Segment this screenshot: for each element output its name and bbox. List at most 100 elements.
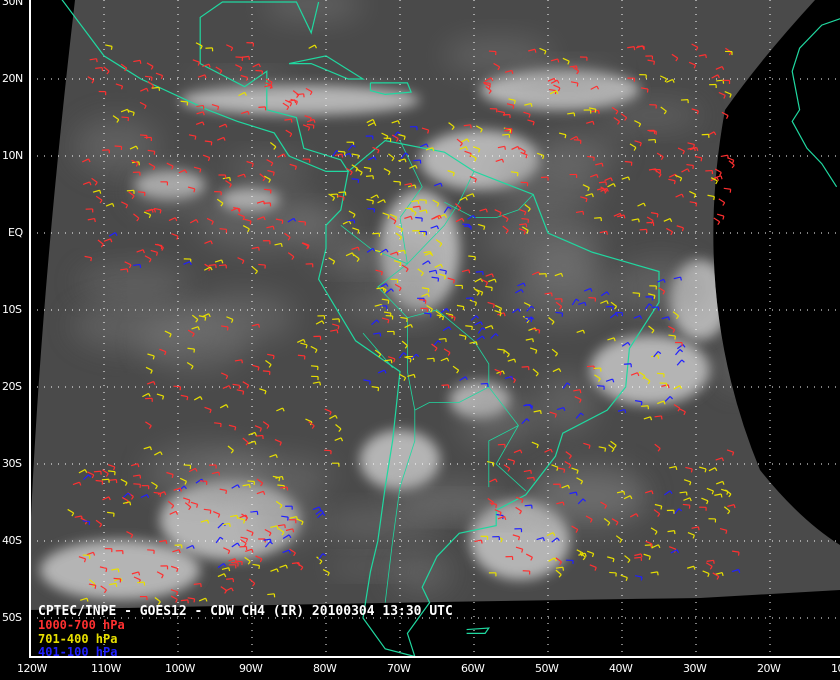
barb-shaft bbox=[310, 365, 319, 368]
barb-flag bbox=[139, 474, 142, 479]
legend-low-level: 1000-700 hPa bbox=[38, 618, 125, 632]
barb-shaft bbox=[137, 581, 145, 584]
barb-flag bbox=[624, 409, 627, 414]
barb-flag bbox=[387, 319, 390, 324]
barb-flag bbox=[717, 221, 721, 226]
lon-label: 70W bbox=[387, 662, 411, 675]
barb-flag bbox=[491, 287, 493, 292]
cloud-haze bbox=[604, 101, 703, 130]
barb-shaft bbox=[93, 470, 101, 473]
cloud-haze bbox=[340, 242, 382, 275]
cloud-haze bbox=[527, 240, 601, 291]
barb-shaft bbox=[426, 357, 434, 360]
barb-flag bbox=[110, 46, 113, 50]
cloud-haze bbox=[71, 300, 209, 352]
lat-label: 50S bbox=[2, 611, 22, 624]
barb-shaft bbox=[187, 347, 195, 350]
wind-barb bbox=[718, 198, 726, 206]
barb-shaft bbox=[258, 263, 266, 266]
barb-shaft bbox=[597, 385, 605, 387]
barb-flag bbox=[713, 196, 715, 201]
barb-flag bbox=[226, 326, 229, 331]
barb-flag bbox=[139, 60, 142, 64]
barb-shaft bbox=[95, 66, 103, 69]
barb-shaft bbox=[497, 348, 505, 351]
barb-shaft bbox=[648, 138, 656, 141]
barb-flag bbox=[640, 553, 643, 558]
barb-shaft bbox=[139, 134, 148, 137]
barb-shaft bbox=[605, 305, 613, 308]
cloud-haze bbox=[464, 507, 535, 525]
barb-shaft bbox=[231, 561, 239, 564]
barb-flag bbox=[722, 215, 725, 220]
barb-flag bbox=[737, 552, 740, 556]
barb-flag bbox=[656, 213, 659, 218]
barb-flag bbox=[475, 341, 478, 346]
barb-shaft bbox=[262, 370, 270, 373]
barb-flag bbox=[90, 257, 93, 262]
cloud-haze bbox=[287, 209, 353, 243]
lon-label: 90W bbox=[239, 662, 263, 675]
lat-label: EQ bbox=[8, 226, 23, 239]
cloud-haze bbox=[718, 341, 760, 390]
cloud-haze bbox=[390, 551, 451, 594]
barb-flag bbox=[218, 471, 221, 476]
barb-shaft bbox=[488, 50, 496, 53]
barb-shaft bbox=[219, 264, 227, 267]
barb-flag bbox=[504, 146, 507, 150]
barb-flag bbox=[159, 209, 162, 214]
barb-flag bbox=[564, 134, 567, 139]
barb-flag bbox=[582, 211, 585, 215]
lon-label: 20W bbox=[757, 662, 781, 675]
barb-flag bbox=[673, 180, 676, 185]
barb-flag bbox=[492, 462, 495, 467]
barb-flag bbox=[445, 270, 447, 275]
barb-flag bbox=[406, 318, 408, 323]
barb-shaft bbox=[247, 480, 255, 483]
barb-flag bbox=[295, 516, 298, 521]
barb-shaft bbox=[502, 133, 510, 136]
barb-flag bbox=[242, 391, 245, 395]
cloud bbox=[590, 335, 710, 405]
barb-flag bbox=[509, 129, 512, 134]
africa-coast bbox=[791, 18, 840, 188]
legend-mid-level: 701-400 hPa bbox=[38, 632, 118, 646]
barb-flag bbox=[236, 515, 239, 519]
barb-flag bbox=[530, 470, 532, 474]
barb-flag bbox=[468, 269, 471, 274]
barb-flag bbox=[248, 484, 251, 489]
barb-flag bbox=[105, 568, 108, 572]
barb-flag bbox=[512, 105, 515, 109]
barb-flag bbox=[276, 525, 279, 530]
barb-shaft bbox=[716, 79, 724, 82]
barb-flag bbox=[573, 112, 576, 117]
barb-flag bbox=[667, 384, 670, 389]
barb-flag bbox=[604, 448, 607, 452]
satellite-wind-map: 30N 20N 10N EQ 10S 20S 30S 40S 50S 120W 110W 100W 90… bbox=[0, 0, 840, 680]
cloud-haze bbox=[537, 373, 596, 434]
barb-shaft bbox=[468, 255, 476, 258]
cloud-haze bbox=[443, 37, 553, 74]
barb-flag bbox=[513, 100, 516, 105]
cloud-haze bbox=[78, 265, 192, 300]
barb-flag bbox=[531, 405, 533, 410]
barb-flag bbox=[435, 270, 438, 274]
barb-flag bbox=[193, 188, 196, 193]
barb-flag bbox=[369, 381, 371, 385]
barb-shaft bbox=[298, 220, 306, 223]
barb-flag bbox=[597, 110, 600, 114]
barb-flag bbox=[594, 109, 597, 113]
barb-shaft bbox=[465, 325, 473, 328]
barb-flag bbox=[660, 505, 663, 510]
barb-flag bbox=[720, 493, 723, 498]
barb-flag bbox=[576, 82, 579, 87]
barb-shaft bbox=[418, 298, 426, 301]
barb-flag bbox=[704, 468, 707, 473]
barb-flag bbox=[653, 295, 656, 299]
lat-label: 10N bbox=[2, 149, 23, 162]
barb-shaft bbox=[133, 483, 141, 485]
barb-flag bbox=[280, 243, 283, 247]
barb-flag bbox=[532, 338, 534, 343]
barb-shaft bbox=[277, 484, 285, 487]
cloud-haze bbox=[542, 134, 621, 171]
